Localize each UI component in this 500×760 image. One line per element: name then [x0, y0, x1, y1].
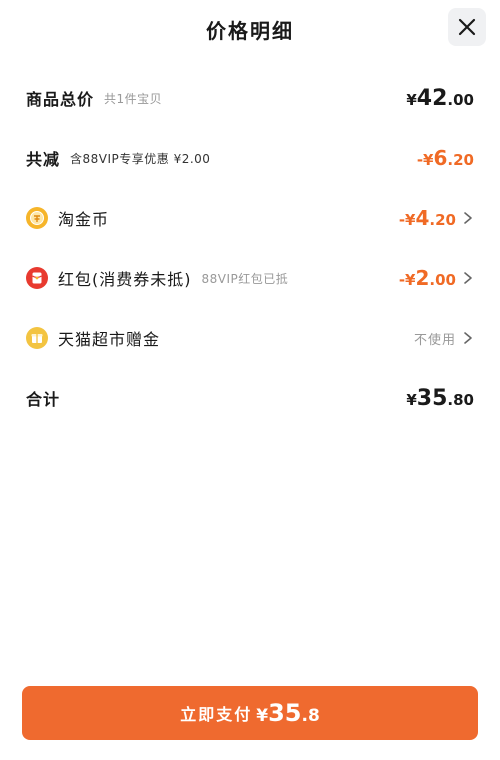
row-red-packet[interactable]: 红包(消费券未抵) 88VIP红包已抵 -¥2.00 — [26, 260, 474, 296]
row-goods-total: 商品总价 共1件宝贝 ¥42.00 — [26, 80, 474, 116]
vip-red-packet-text: 88VIP红包已抵 — [201, 271, 289, 286]
goods-count-text: 共1件宝贝 — [104, 91, 163, 106]
total-discount-price: -¥6.20 — [416, 146, 474, 170]
red-packet-label: 红包(消费券未抵) — [58, 270, 192, 289]
taojinbi-label: 淘金币 — [58, 210, 110, 229]
close-icon — [458, 18, 476, 36]
row-sum: 合计 ¥35.80 — [26, 380, 474, 416]
goods-total-price: ¥42.00 — [406, 85, 474, 111]
red-packet-icon — [26, 267, 48, 289]
vip-discount-text: 含88VIP专享优惠 ¥2.00 — [70, 151, 211, 166]
pay-now-label: 立即支付 — [180, 705, 253, 724]
page-title: 价格明细 — [206, 19, 294, 43]
coin-icon — [26, 207, 48, 229]
pay-now-button[interactable]: 立即支付 ¥35.8 — [22, 686, 478, 740]
chevron-right-icon — [464, 212, 472, 224]
chevron-right-icon — [464, 272, 472, 284]
tmall-gift-status: 不使用 — [413, 332, 456, 348]
pay-amount: ¥35.8 — [256, 699, 320, 727]
close-button[interactable] — [448, 8, 486, 46]
chevron-right-icon — [464, 332, 472, 344]
sum-label: 合计 — [26, 390, 61, 409]
gift-icon — [26, 327, 48, 349]
goods-total-label: 商品总价 — [26, 90, 95, 109]
sum-price: ¥35.80 — [406, 385, 474, 411]
row-tmall-gift[interactable]: 天猫超市赠金 不使用 — [26, 320, 474, 356]
tmall-gift-label: 天猫超市赠金 — [58, 330, 161, 349]
taojinbi-price: -¥4.20 — [398, 206, 456, 230]
row-taojinbi[interactable]: 淘金币 -¥4.20 — [26, 200, 474, 236]
row-total-discount: 共减 含88VIP专享优惠 ¥2.00 -¥6.20 — [26, 140, 474, 176]
total-discount-label: 共减 — [26, 150, 61, 169]
red-packet-price: -¥2.00 — [398, 266, 456, 290]
